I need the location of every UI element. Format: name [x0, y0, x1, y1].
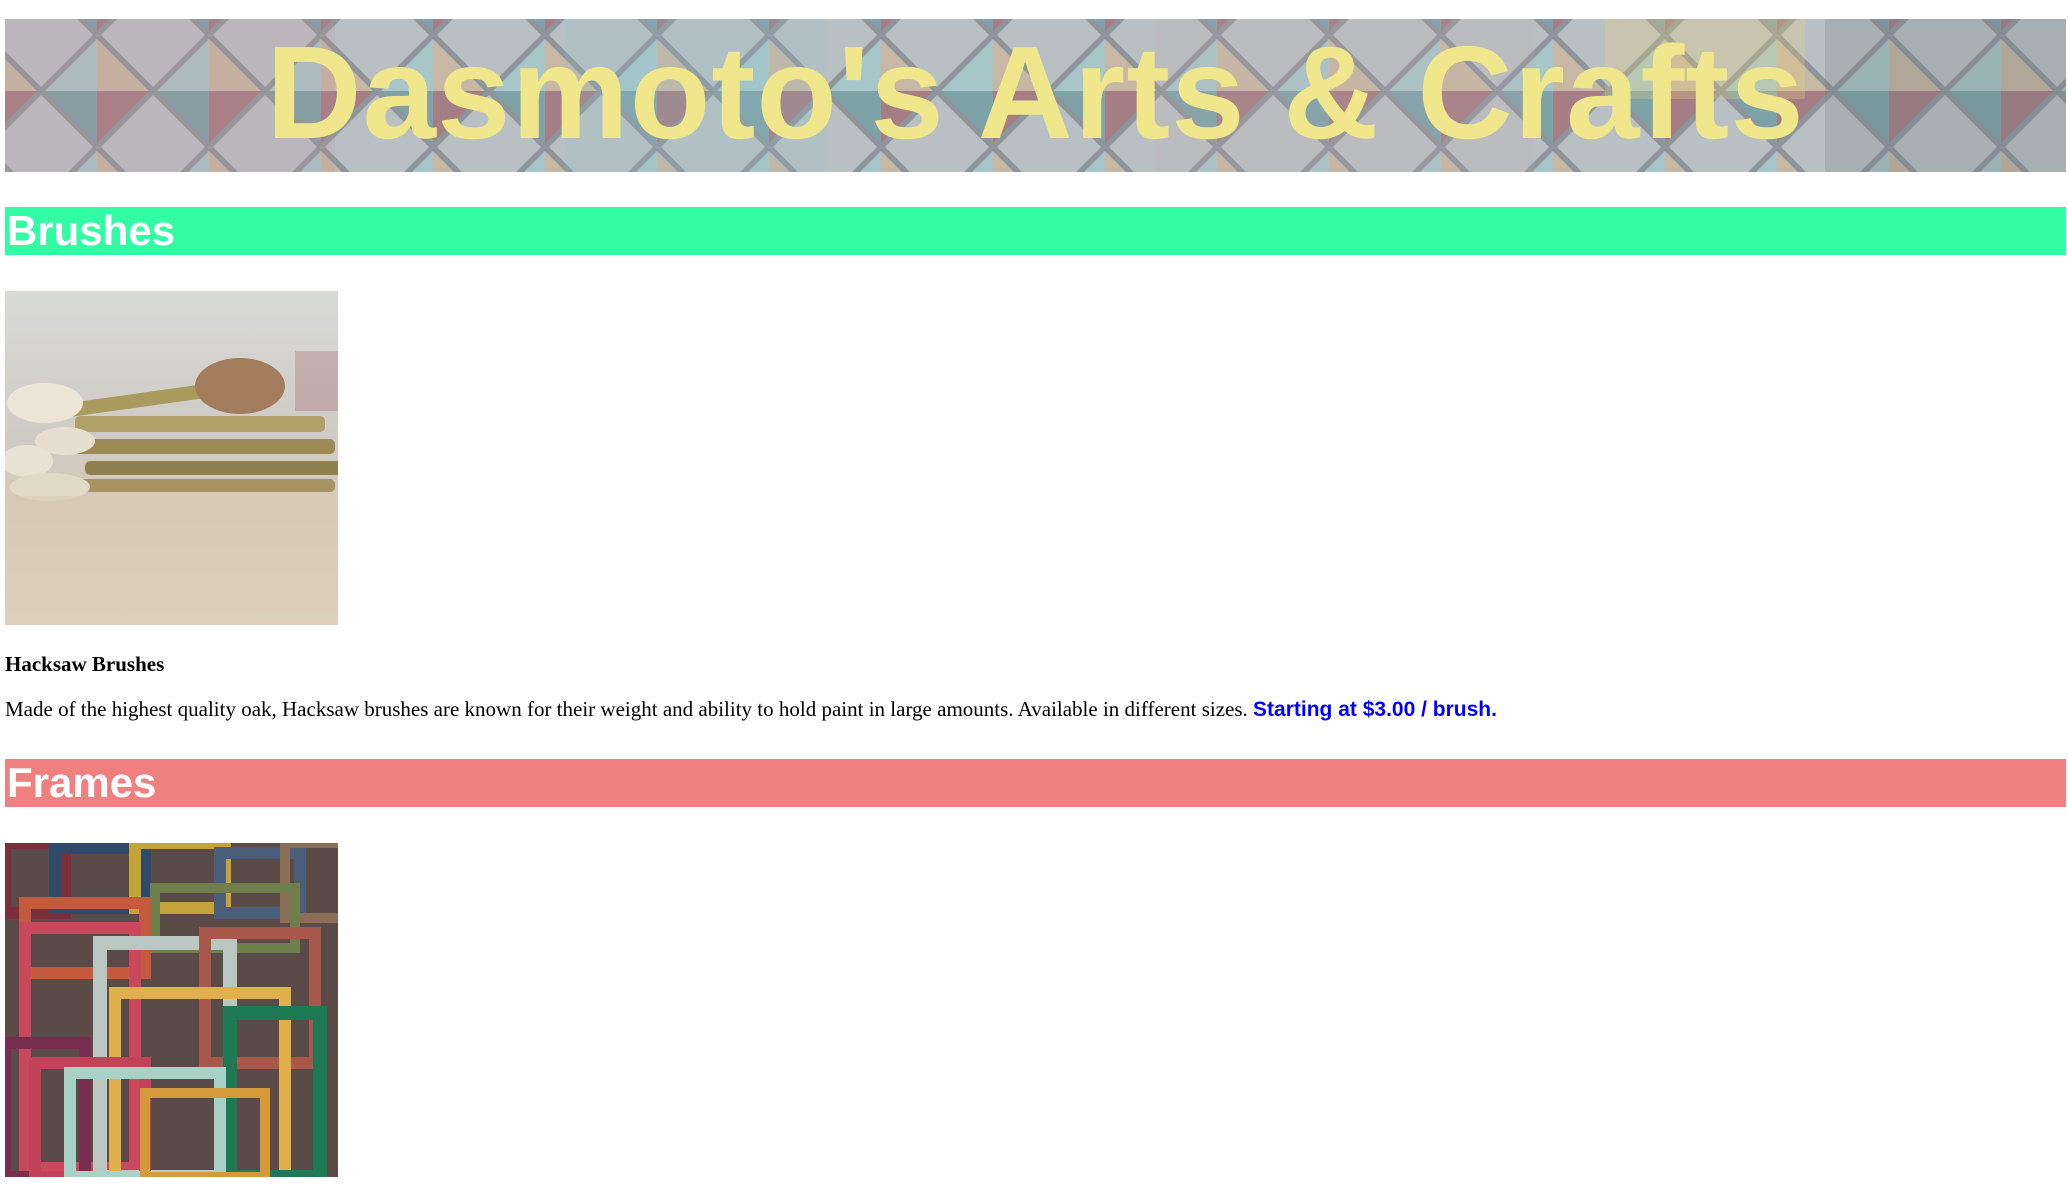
- product-name: Hacksaw Brushes: [5, 652, 165, 676]
- frames-heading: Frames: [5, 759, 2066, 807]
- paintbrushes-photo: [5, 291, 338, 625]
- site-title: Dasmoto's Arts & Crafts: [266, 19, 1805, 166]
- page-banner: Dasmoto's Arts & Crafts: [5, 19, 2066, 172]
- brushes-heading: Brushes: [5, 207, 2066, 255]
- price-text: Starting at $3.00 / brush.: [1253, 698, 1497, 721]
- product-description: Made of the highest quality oak, Hacksaw…: [5, 697, 1497, 722]
- picture-frames-photo: [5, 843, 338, 1177]
- description-text: Made of the highest quality oak, Hacksaw…: [5, 697, 1248, 721]
